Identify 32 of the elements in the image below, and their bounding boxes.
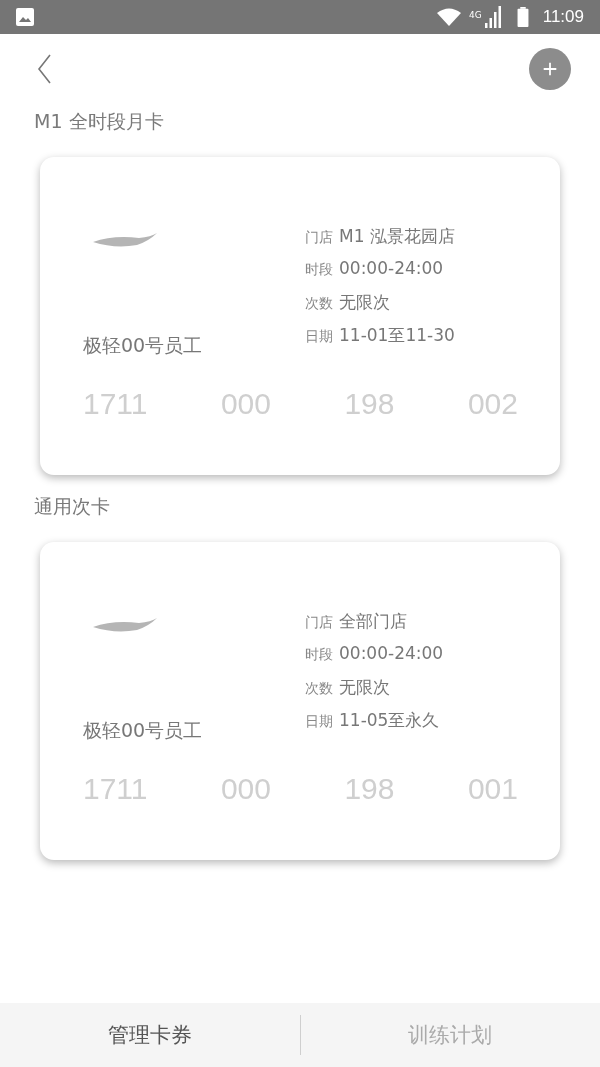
detail-label: 日期 (305, 713, 333, 731)
detail-value: M1 泓景花园店 (339, 225, 455, 248)
back-icon[interactable] (37, 54, 51, 84)
detail-value: 无限次 (339, 676, 390, 699)
detail-label: 门店 (305, 614, 333, 632)
bottom-tab[interactable]: 管理卡券 (0, 1011, 300, 1059)
wifi-icon (437, 8, 461, 26)
battery-icon (516, 7, 529, 27)
detail-value: 11-05至永久 (339, 709, 440, 732)
signal-icon (484, 6, 501, 28)
detail-label: 次数 (305, 680, 333, 698)
detail-label: 日期 (305, 328, 333, 346)
section-title: M1 全时段月卡 (34, 109, 165, 133)
network-label: 4G (469, 10, 482, 20)
gallery-icon (16, 8, 34, 26)
feather-logo-icon (93, 618, 157, 634)
clock: 11:09 (542, 7, 584, 27)
detail-label: 门店 (305, 229, 333, 247)
add-button[interactable] (529, 48, 571, 90)
plus-icon (541, 60, 559, 78)
detail-value: 无限次 (339, 291, 390, 314)
card-holder-name: 极轻00号员工 (83, 333, 204, 358)
section-title: 通用次卡 (34, 494, 111, 518)
detail-value: 00:00-24:00 (339, 643, 444, 663)
feather-logo-icon (93, 233, 157, 249)
detail-label: 次数 (305, 295, 333, 313)
detail-label: 时段 (305, 261, 333, 279)
card-holder-name: 极轻00号员工 (83, 718, 204, 743)
detail-value: 全部门店 (339, 610, 407, 633)
detail-value: 11-01至11-30 (339, 324, 455, 347)
detail-value: 00:00-24:00 (339, 258, 444, 278)
detail-label: 时段 (305, 646, 333, 664)
